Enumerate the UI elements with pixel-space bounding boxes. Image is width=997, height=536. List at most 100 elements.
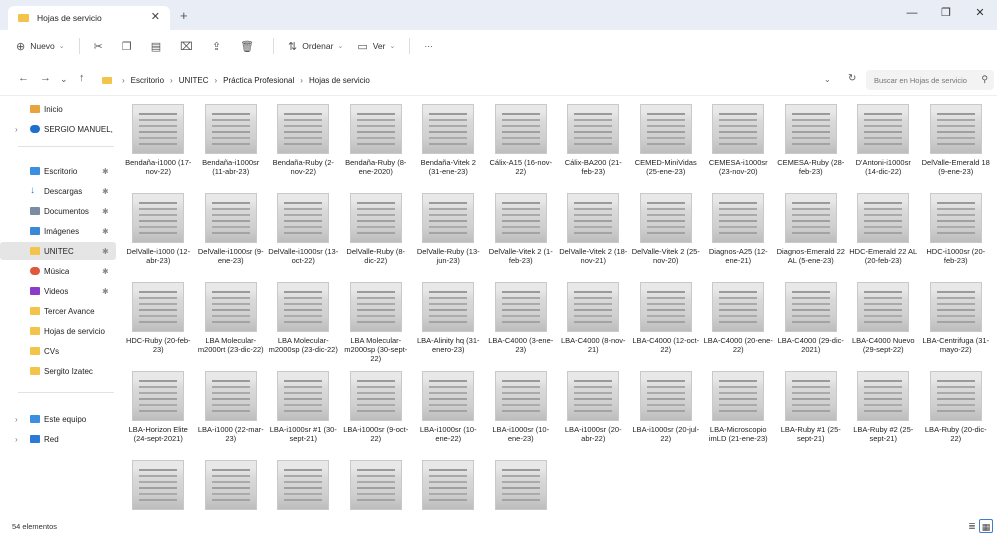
- details-view-icon[interactable]: ≣: [965, 519, 979, 533]
- view-button[interactable]: ▭ Ver ⌄: [357, 40, 395, 53]
- file-item[interactable]: DelValle-i1000sr (9-ene-23): [195, 193, 268, 282]
- sidebar-item-unitec[interactable]: UNITEC ✱: [0, 242, 116, 260]
- file-item[interactable]: Bendaña-i1000 (17-nov-22): [122, 104, 195, 193]
- file-item[interactable]: Cálix-BA200 (21-feb-23): [557, 104, 630, 193]
- sidebar-item-documentos[interactable]: Documentos ✱: [0, 202, 116, 220]
- address-bar[interactable]: › Escritorio › UNITEC › Práctica Profesi…: [98, 70, 858, 90]
- sidebar-item-imagenes[interactable]: Imágenes ✱: [0, 222, 116, 240]
- breadcrumb-hojas-de-servicio[interactable]: Hojas de servicio: [309, 76, 370, 85]
- file-item[interactable]: DelValle-Vitek 2 (25-nov-20): [630, 193, 703, 282]
- file-item[interactable]: LBA-i1000sr (10-ene-23): [485, 371, 558, 460]
- sidebar-item-escritorio[interactable]: Escritorio ✱: [0, 162, 116, 180]
- breadcrumb-practica-profesional[interactable]: Práctica Profesional: [223, 76, 294, 85]
- new-tab-button[interactable]: +: [180, 8, 188, 23]
- breadcrumb-unitec[interactable]: UNITEC: [179, 76, 209, 85]
- file-item[interactable]: Bendaña-Vitek 2 (31-ene-23): [412, 104, 485, 193]
- tiles-view-icon[interactable]: ▦: [979, 519, 993, 533]
- sidebar-item-videos[interactable]: Videos ✱: [0, 282, 116, 300]
- sidebar-item-sergito-izatec[interactable]: Sergito Izatec: [0, 362, 116, 380]
- file-item[interactable]: Bendaña-Ruby (2-nov-22): [267, 104, 340, 193]
- file-item[interactable]: LBA-i1000 (22-mar-23): [195, 371, 268, 460]
- file-item[interactable]: LBA-i1000sr (20-jul-22): [630, 371, 703, 460]
- file-item[interactable]: Cálix-A15 (16-nov-22): [485, 104, 558, 193]
- file-item[interactable]: Bendaña-i1000sr (11-abr-23): [195, 104, 268, 193]
- file-item[interactable]: Diagnos-A25 (12-ene-21): [702, 193, 775, 282]
- file-item[interactable]: DelValle-i1000 (12-abr-23): [122, 193, 195, 282]
- file-item[interactable]: [267, 460, 340, 516]
- address-dropdown-icon[interactable]: ⌄: [824, 75, 831, 84]
- file-item[interactable]: [195, 460, 268, 516]
- sidebar-item-onedrive[interactable]: › SERGIO MANUEL, L: [0, 120, 116, 138]
- tab-hojas-de-servicio[interactable]: Hojas de servicio ✕: [8, 6, 170, 30]
- file-item[interactable]: D'Antoni-i1000sr (14-dic-22): [847, 104, 920, 193]
- up-arrow-icon[interactable]: ↑: [79, 72, 85, 84]
- chevron-right-icon[interactable]: ›: [15, 125, 18, 134]
- sidebar-item-musica[interactable]: Música ✱: [0, 262, 116, 280]
- file-item[interactable]: DelValle-Vitek 2 (1-feb-23): [485, 193, 558, 282]
- delete-button[interactable]: 🗑: [240, 40, 259, 53]
- file-item[interactable]: Bendaña-Ruby (8-ene-2020): [340, 104, 413, 193]
- file-item[interactable]: DelValle-i1000sr (13-oct-22): [267, 193, 340, 282]
- rename-button[interactable]: ⌧: [180, 40, 198, 53]
- forward-arrow-icon[interactable]: →: [40, 72, 51, 84]
- cut-button[interactable]: ✂: [94, 40, 108, 53]
- file-item[interactable]: LBA-i1000sr (9-oct-22): [340, 371, 413, 460]
- file-item[interactable]: LBA-Microscopio imLD (21-ene-23): [702, 371, 775, 460]
- file-item[interactable]: [122, 460, 195, 516]
- search-box[interactable]: ⚲: [866, 70, 994, 90]
- sidebar-item-inicio[interactable]: Inicio: [0, 100, 116, 118]
- refresh-icon[interactable]: ↻: [848, 73, 856, 84]
- file-item[interactable]: LBA-C4000 (12-oct-22): [630, 282, 703, 371]
- file-item[interactable]: LBA-i1000sr (10-ene-22): [412, 371, 485, 460]
- sidebar-item-este-equipo[interactable]: › Este equipo: [0, 410, 116, 428]
- file-item[interactable]: LBA-C4000 (20-ene-22): [702, 282, 775, 371]
- file-item[interactable]: DelValle-Vitek 2 (18-nov-21): [557, 193, 630, 282]
- file-item[interactable]: DelValle-Ruby (13-jun-23): [412, 193, 485, 282]
- file-item[interactable]: HDC-Emerald 22 AL (20-feb-23): [847, 193, 920, 282]
- file-item[interactable]: LBA-Ruby #2 (25-sept-21): [847, 371, 920, 460]
- file-item[interactable]: Diagnos-Emerald 22 AL (5-ene-23): [775, 193, 848, 282]
- file-item[interactable]: CEMED-MiniVidas (25-ene-23): [630, 104, 703, 193]
- file-item[interactable]: LBA-i1000sr (20-abr-22): [557, 371, 630, 460]
- paste-button[interactable]: ▤: [151, 40, 166, 53]
- search-input[interactable]: [874, 75, 974, 85]
- maximize-button[interactable]: ❐: [929, 0, 963, 30]
- file-item[interactable]: LBA Molecular-m2000sp (30-sept-22): [340, 282, 413, 371]
- chevron-right-icon[interactable]: ›: [15, 415, 18, 424]
- file-item[interactable]: DelValle-Ruby (8-dic-22): [340, 193, 413, 282]
- file-item[interactable]: LBA-Ruby (20-dic-22): [920, 371, 993, 460]
- file-item[interactable]: LBA Molecular-m2000sp (23-dic-22): [267, 282, 340, 371]
- file-item[interactable]: HDC-Ruby (20-feb-23): [122, 282, 195, 371]
- breadcrumb-escritorio[interactable]: Escritorio: [131, 76, 164, 85]
- sidebar-item-descargas[interactable]: ↓ Descargas ✱: [0, 182, 116, 200]
- close-window-button[interactable]: ✕: [963, 0, 997, 30]
- file-item[interactable]: CEMESA-Ruby (28-feb-23): [775, 104, 848, 193]
- more-options-button[interactable]: ···: [424, 41, 433, 51]
- recent-locations-icon[interactable]: ⌄: [60, 74, 68, 85]
- file-item[interactable]: LBA Molecular-m2000rt (23-dic-22): [195, 282, 268, 371]
- file-item[interactable]: LBA-C4000 (8-nov-21): [557, 282, 630, 371]
- file-item[interactable]: LBA-Ruby #1 (25-sept-21): [775, 371, 848, 460]
- sidebar-item-hojas-de-servicio[interactable]: Hojas de servicio: [0, 322, 116, 340]
- file-item[interactable]: [340, 460, 413, 516]
- sidebar-item-cvs[interactable]: CVs: [0, 342, 116, 360]
- file-item[interactable]: LBA-Alinity hq (31-enero-23): [412, 282, 485, 371]
- sidebar-item-red[interactable]: › Red: [0, 430, 116, 448]
- file-item[interactable]: LBA-C4000 (29-dic-2021): [775, 282, 848, 371]
- sort-button[interactable]: ⇅ Ordenar ⌄: [288, 40, 343, 53]
- file-item[interactable]: LBA-C4000 Nuevo (29-sept-22): [847, 282, 920, 371]
- minimize-button[interactable]: —: [895, 0, 929, 30]
- file-item[interactable]: LBA-C4000 (3-ene-23): [485, 282, 558, 371]
- file-item[interactable]: DelValle-Emerald 18 (9-ene-23): [920, 104, 993, 193]
- copy-button[interactable]: ❐: [122, 40, 137, 53]
- share-button[interactable]: ⇪: [212, 40, 226, 53]
- file-item[interactable]: LBA-Horizon Elite (24-sept-2021): [122, 371, 195, 460]
- close-tab-icon[interactable]: ✕: [151, 10, 160, 23]
- file-item[interactable]: LBA-i1000sr #1 (30-sept-21): [267, 371, 340, 460]
- sidebar-item-tercer-avance[interactable]: Tercer Avance: [0, 302, 116, 320]
- file-item[interactable]: CEMESA-i1000sr (23-nov-20): [702, 104, 775, 193]
- back-arrow-icon[interactable]: ←: [18, 72, 29, 84]
- new-button[interactable]: ⊕ Nuevo ⌄: [16, 40, 65, 53]
- file-item[interactable]: [412, 460, 485, 516]
- file-item[interactable]: HDC-i1000sr (20-feb-23): [920, 193, 993, 282]
